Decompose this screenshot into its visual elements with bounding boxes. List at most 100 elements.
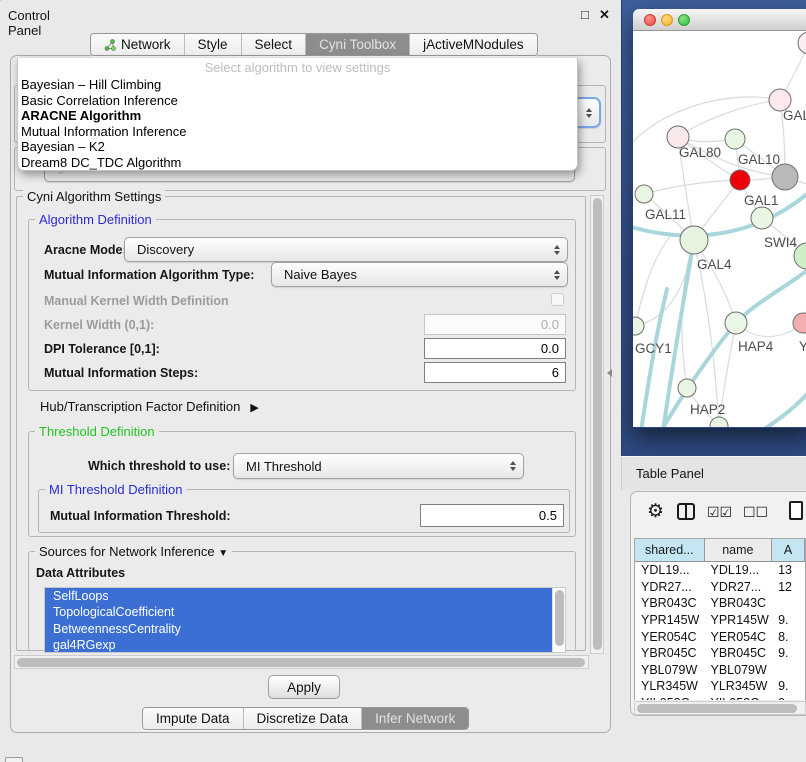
data-attribute-item-selected[interactable]: gal4RGexp: [45, 637, 552, 652]
table-row[interactable]: YLR345WYLR345W9.: [635, 678, 805, 695]
tab-impute-data[interactable]: Impute Data: [143, 708, 243, 729]
algorithm-option[interactable]: Bayesian – Hill Climbing: [18, 77, 577, 93]
tab-discretize-data[interactable]: Discretize Data: [243, 708, 362, 729]
tab-infer-network[interactable]: Infer Network: [361, 708, 468, 729]
table-row[interactable]: YBR043CYBR043C: [635, 595, 805, 612]
manual-kernel-checkbox[interactable]: [551, 293, 564, 306]
table-cell: 13: [772, 563, 805, 577]
table-hscroll-thumb[interactable]: [637, 704, 797, 713]
network-node[interactable]: [798, 32, 806, 54]
list-scrollbar-thumb[interactable]: [555, 590, 564, 646]
column-layout-icon[interactable]: [677, 503, 695, 520]
dpi-tolerance-field[interactable]: 0.0: [424, 338, 566, 359]
data-attributes-list[interactable]: SelfLoopsTopologicalCoefficientBetweenne…: [44, 587, 566, 653]
network-node[interactable]: [751, 207, 773, 229]
algorithm-option[interactable]: Basic Correlation Inference: [18, 93, 577, 109]
network-canvas-svg[interactable]: GALGAL80GAL10GAL1GAL11SWI4GAL4GCY1HAP4YH…: [633, 31, 806, 427]
tab-network[interactable]: Network: [91, 34, 184, 55]
algorithm-dropdown-popup: Select algorithm to view settings Bayesi…: [17, 58, 578, 171]
apply-button[interactable]: Apply: [268, 675, 340, 699]
algorithm-option[interactable]: Dream8 DC_TDC Algorithm: [18, 155, 577, 171]
table-row[interactable]: YBL079WYBL079W: [635, 662, 805, 679]
table-row[interactable]: YBR045CYBR045C9.: [635, 645, 805, 662]
network-view-window[interactable]: GALGAL80GAL10GAL1GAL11SWI4GAL4GCY1HAP4YH…: [633, 9, 806, 428]
table-cell: 9.: [772, 646, 805, 660]
expand-arrow-icon[interactable]: ▶: [250, 402, 258, 414]
table-header-row: shared...nameA: [635, 539, 805, 562]
settings-vertical-scrollbar[interactable]: [590, 195, 604, 654]
column-header-shared[interactable]: shared...: [635, 539, 705, 561]
settings-gear-icon[interactable]: ⚙: [647, 500, 664, 523]
data-attribute-item-selected[interactable]: SelfLoops: [45, 588, 552, 604]
tab-cyni-toolbox[interactable]: Cyni Toolbox: [305, 34, 409, 55]
mi-threshold-field[interactable]: 0.5: [420, 504, 564, 527]
network-edge-highlighted[interactable]: [736, 269, 806, 323]
table-row[interactable]: YPR145WYPR145W9.: [635, 612, 805, 629]
network-node-label: SWI4: [764, 235, 797, 250]
list-vertical-scrollbar[interactable]: [552, 588, 565, 652]
minimize-traffic-light-icon[interactable]: [661, 14, 673, 26]
tab-label: Impute Data: [156, 711, 230, 726]
close-window-icon[interactable]: ✕: [599, 7, 610, 23]
kernel-width-field[interactable]: 0.0: [424, 314, 566, 335]
hub-definition-section[interactable]: Hub/Transcription Factor Definition▶: [40, 399, 259, 414]
which-threshold-combo[interactable]: MI Threshold: [233, 453, 524, 479]
tab-jactivemnodules[interactable]: jActiveMNodules: [409, 34, 537, 55]
network-node[interactable]: [710, 417, 728, 427]
network-node-label: GAL1: [744, 193, 779, 208]
table-row[interactable]: YIL052CYIL052C9.: [635, 695, 805, 700]
collapsed-panel-icon[interactable]: [5, 757, 23, 762]
table-row[interactable]: YDL19...YDL19...13: [635, 562, 805, 579]
zoom-traffic-light-icon[interactable]: [678, 14, 690, 26]
tab-select[interactable]: Select: [241, 34, 306, 55]
network-node[interactable]: [725, 312, 747, 334]
column-header-name[interactable]: name: [705, 539, 773, 561]
network-node[interactable]: [633, 317, 644, 335]
network-edge-highlighted[interactable]: [725, 383, 806, 427]
network-node[interactable]: [680, 226, 708, 254]
data-attribute-item-selected[interactable]: BetweennessCentrality: [45, 621, 552, 637]
network-window-titlebar[interactable]: [633, 9, 806, 31]
network-canvas[interactable]: GALGAL80GAL10GAL1GAL11SWI4GAL4GCY1HAP4YH…: [633, 31, 806, 427]
close-traffic-light-icon[interactable]: [644, 14, 656, 26]
network-node[interactable]: [725, 129, 745, 149]
column-header-a[interactable]: A: [772, 539, 805, 561]
network-edge[interactable]: [644, 180, 740, 194]
network-edge-highlighted[interactable]: [641, 289, 667, 427]
network-edge[interactable]: [682, 240, 694, 388]
algorithm-option[interactable]: ARACNE Algorithm: [18, 108, 577, 124]
data-attributes-items: SelfLoopsTopologicalCoefficientBetweenne…: [45, 588, 552, 652]
network-node[interactable]: [772, 164, 798, 190]
network-node[interactable]: [793, 313, 806, 333]
table-row[interactable]: YER054CYER054C8.: [635, 628, 805, 645]
settings-vscroll-thumb[interactable]: [593, 198, 602, 650]
settings-horizontal-scrollbar[interactable]: [14, 655, 589, 669]
table-row[interactable]: YDR27...YDR27...12: [635, 579, 805, 596]
algorithm-option[interactable]: Mutual Information Inference: [18, 124, 577, 140]
network-node[interactable]: [678, 379, 696, 397]
tab-style[interactable]: Style: [184, 34, 241, 55]
collapse-arrow-icon[interactable]: ▼: [218, 548, 228, 559]
network-node[interactable]: [730, 170, 750, 190]
panel-splitter-handle[interactable]: [607, 369, 612, 377]
table-cell: YIL052C: [635, 696, 705, 700]
aracne-mode-combo[interactable]: Discovery: [124, 237, 568, 262]
network-node[interactable]: [635, 185, 653, 203]
table-cell: YBR045C: [705, 646, 773, 660]
select-all-checkboxes-icon[interactable]: ☑☑: [707, 504, 732, 521]
network-edge[interactable]: [635, 233, 673, 326]
table-cell: YPR145W: [635, 613, 705, 627]
table-panel-header: Table Panel: [621, 456, 806, 490]
mi-steps-field[interactable]: 6: [424, 362, 566, 383]
new-table-document-icon[interactable]: [789, 501, 803, 520]
table-horizontal-scrollbar[interactable]: [634, 701, 806, 715]
algorithm-option[interactable]: Bayesian – K2: [18, 139, 577, 155]
settings-hscroll-thumb[interactable]: [17, 658, 585, 667]
mi-type-combo[interactable]: Naive Bayes: [271, 262, 568, 287]
deselect-all-checkboxes-icon[interactable]: ☐☐: [743, 504, 768, 521]
float-window-icon[interactable]: □: [581, 7, 589, 22]
dpi-tolerance-label: DPI Tolerance [0,1]:: [44, 342, 160, 356]
control-panel-title: Control Panel: [8, 8, 50, 38]
data-attribute-item-selected[interactable]: TopologicalCoefficient: [45, 604, 552, 620]
table-cell: YBL079W: [705, 663, 773, 677]
